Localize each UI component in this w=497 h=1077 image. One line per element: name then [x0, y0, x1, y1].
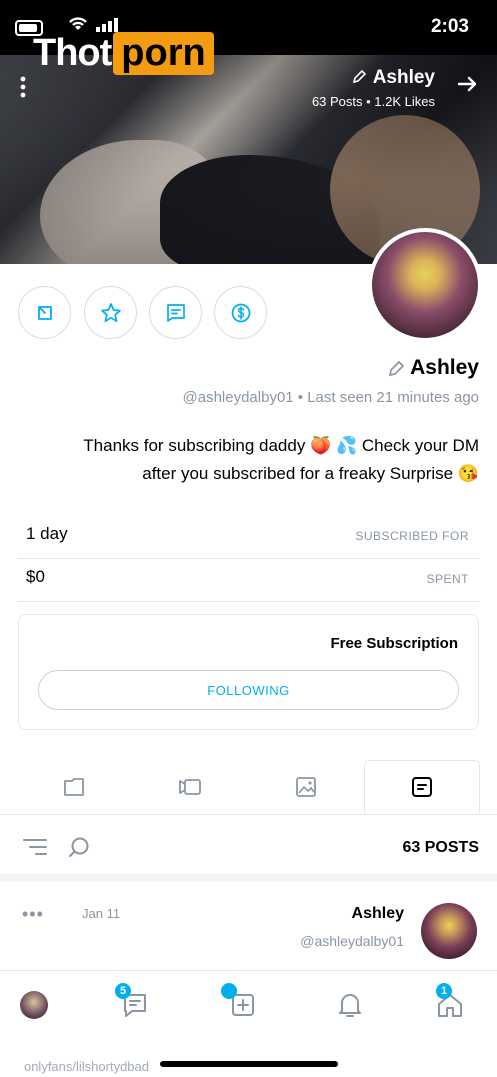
video-icon	[179, 779, 201, 795]
nav-profile-avatar	[20, 991, 48, 1019]
share-button[interactable]	[18, 286, 71, 339]
profile-bio: Thanks for subscribing daddy 🍑 💦 Check y…	[83, 436, 479, 483]
posts-icon	[412, 777, 432, 797]
add-post-dot	[221, 983, 237, 999]
edit-pencil-icon	[388, 360, 405, 377]
pencil-icon	[352, 69, 366, 84]
message-icon	[166, 303, 185, 322]
messages-badge: 5	[115, 983, 131, 999]
subscribed-for-row: SUBSCRIBED FOR 1 day	[18, 516, 479, 559]
tab-photos[interactable]	[248, 760, 364, 814]
spent-label: SPENT	[426, 572, 469, 586]
nav-messages[interactable]: 5	[115, 983, 155, 1025]
nav-notifications[interactable]	[330, 985, 370, 1025]
tip-button[interactable]	[214, 286, 267, 339]
section-divider	[0, 874, 497, 882]
image-icon	[296, 777, 316, 797]
home-indicator[interactable]	[160, 1061, 338, 1067]
dollar-icon	[231, 303, 250, 322]
watermark-text: onlyfans/lilshortydbad	[23, 1059, 149, 1074]
bell-icon	[339, 994, 361, 1017]
post-date: Jan 11	[82, 906, 121, 921]
nav-home[interactable]: 1	[430, 983, 470, 1025]
post-author-avatar[interactable]	[421, 903, 477, 959]
profile-name: Ashley	[410, 356, 479, 379]
nav-profile[interactable]	[14, 985, 54, 1025]
favorite-button[interactable]	[84, 286, 137, 339]
home-badge: 1	[436, 983, 452, 999]
nav-add-post[interactable]	[221, 983, 263, 1025]
status-time: 2:03	[430, 16, 469, 37]
profile-handle: @ashleydalby01 • Last seen 21 minutes ag…	[182, 389, 480, 406]
spent-row: SPENT $0	[18, 559, 479, 602]
folder-icon	[64, 778, 84, 796]
bottom-nav: 1 5	[0, 970, 497, 1039]
star-icon	[100, 302, 121, 322]
filter-sort-icon[interactable]	[22, 834, 48, 860]
content-tabs	[0, 760, 497, 815]
spent-value: $0	[26, 567, 45, 586]
post-author-name[interactable]: Ashley	[352, 905, 404, 923]
subscription-card: Free Subscription FOLLOWING	[18, 614, 479, 730]
profile-avatar[interactable]	[368, 228, 482, 342]
tab-videos[interactable]	[132, 760, 248, 814]
cover-title: Ashley	[351, 67, 435, 89]
tab-archive[interactable]	[16, 760, 132, 814]
search-icon[interactable]	[66, 834, 92, 860]
back-arrow-icon[interactable]	[455, 72, 479, 96]
share-icon	[37, 305, 52, 320]
brand-logo: Thot porn	[33, 28, 214, 78]
more-vertical-icon[interactable]	[20, 76, 26, 98]
message-button[interactable]	[149, 286, 202, 339]
subscribed-for-label: SUBSCRIBED FOR	[355, 529, 469, 543]
subscribed-for-value: 1 day	[26, 524, 68, 543]
following-button[interactable]: FOLLOWING	[38, 670, 459, 710]
posts-count: 63 POSTS	[402, 839, 479, 856]
cover-stats: 63 Posts • 1.2K Likes	[311, 94, 435, 109]
subscription-title: Free Subscription	[330, 635, 458, 652]
post-author-handle[interactable]: @ashleydalby01	[300, 933, 404, 949]
post-more-icon[interactable]: •••	[22, 904, 44, 925]
tab-posts[interactable]	[364, 760, 480, 814]
